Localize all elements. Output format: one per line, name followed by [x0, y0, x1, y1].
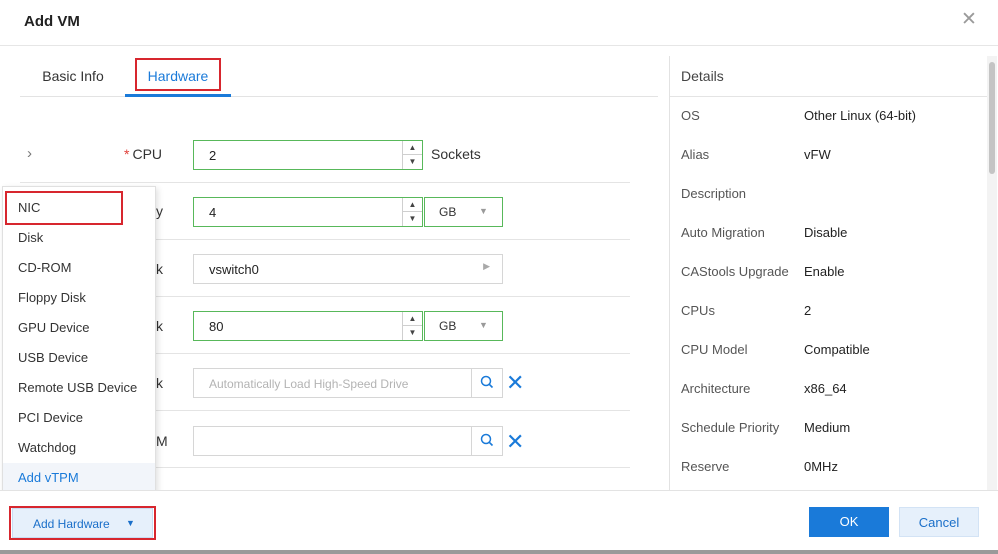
memory-unit-select[interactable]: GB ▼ — [424, 197, 503, 227]
detail-row: CPU Model Compatible — [681, 342, 981, 362]
expand-chevron-icon[interactable]: › — [27, 145, 39, 162]
cpu-label: * CPU — [124, 146, 162, 162]
memory-label: y — [156, 203, 163, 219]
detail-row: Schedule Priority Medium — [681, 420, 981, 440]
memory-decrement-icon[interactable]: ▼ — [403, 212, 422, 226]
detail-row: OS Other Linux (64-bit) — [681, 108, 981, 128]
search-icon[interactable] — [471, 369, 502, 397]
dialog-titlebar: Add VM ✕ — [0, 0, 998, 46]
detail-key: Auto Migration — [681, 225, 765, 240]
detail-value: 2 — [804, 303, 812, 318]
detail-value: 0MHz — [804, 459, 838, 474]
chevron-right-icon: ▶ — [483, 261, 490, 271]
close-icon[interactable]: ✕ — [960, 9, 978, 31]
menu-item-usb-device[interactable]: USB Device — [3, 343, 155, 373]
menu-item-nic-highlight — [5, 191, 123, 225]
detail-key: OS — [681, 108, 700, 123]
disk-size-stepper[interactable]: 80 ▲ ▼ — [193, 311, 423, 341]
cpu-label-text: CPU — [132, 146, 163, 162]
network-value: vswitch0 — [209, 262, 259, 277]
memory-stepper[interactable]: 4 ▲ ▼ — [193, 197, 423, 227]
detail-value: Compatible — [804, 342, 870, 357]
tab-hardware[interactable]: Hardware — [125, 58, 231, 97]
driver-disk-label: k — [156, 375, 163, 391]
memory-increment-icon[interactable]: ▲ — [403, 198, 422, 212]
detail-value: Medium — [804, 420, 851, 435]
menu-item-disk[interactable]: Disk — [3, 223, 155, 253]
add-hardware-menu: NIC Disk CD-ROM Floppy Disk GPU Device U… — [2, 186, 156, 496]
disk-increment-icon[interactable]: ▲ — [403, 312, 422, 326]
driver-disk-input[interactable]: Automatically Load High-Speed Drive — [193, 368, 503, 398]
disk-size-value: 80 — [209, 319, 224, 334]
cpu-value: 2 — [209, 148, 217, 163]
menu-item-add-vtpm[interactable]: Add vTPM — [3, 463, 155, 493]
disk-decrement-icon[interactable]: ▼ — [403, 326, 422, 340]
detail-key: CPUs — [681, 303, 715, 318]
tab-basic-info[interactable]: Basic Info — [34, 58, 112, 97]
detail-value: vFW — [804, 147, 831, 162]
search-icon[interactable] — [471, 427, 502, 455]
cpu-decrement-icon[interactable]: ▼ — [403, 155, 422, 169]
detail-key: Alias — [681, 147, 710, 162]
add-hardware-highlight — [9, 506, 156, 540]
detail-value: Disable — [804, 225, 848, 240]
detail-key: Schedule Priority — [681, 420, 780, 435]
network-select[interactable]: vswitch0 ▶ — [193, 254, 503, 284]
tab-hardware-highlight — [135, 58, 221, 91]
menu-item-floppy-disk[interactable]: Floppy Disk — [3, 283, 155, 313]
menu-item-pci-device[interactable]: PCI Device — [3, 403, 155, 433]
disk-unit-value: GB — [439, 319, 457, 333]
scrollbar-thumb[interactable] — [989, 62, 995, 174]
ok-button[interactable]: OK — [809, 507, 889, 537]
menu-item-gpu-device[interactable]: GPU Device — [3, 313, 155, 343]
memory-unit-value: GB — [439, 205, 457, 219]
chevron-down-icon: ▼ — [479, 206, 488, 216]
menu-item-watchdog[interactable]: Watchdog — [3, 433, 155, 463]
network-label: k — [156, 261, 163, 277]
required-mark: * — [124, 146, 130, 162]
detail-row: Auto Migration Disable — [681, 225, 981, 245]
cancel-button[interactable]: Cancel — [899, 507, 979, 537]
menu-item-remote-usb-device[interactable]: Remote USB Device — [3, 373, 155, 403]
background-strip — [0, 550, 998, 554]
tab-bar: Basic Info Hardware — [20, 58, 658, 97]
detail-row: Architecture x86_64 — [681, 381, 981, 401]
detail-row: Description — [681, 186, 981, 206]
menu-item-cdrom[interactable]: CD-ROM — [3, 253, 155, 283]
detail-row: CPUs 2 — [681, 303, 981, 323]
memory-stepper-arrows: ▲ ▼ — [402, 198, 422, 226]
cpu-stepper[interactable]: 2 ▲ ▼ — [193, 140, 423, 170]
detail-key: CPU Model — [681, 342, 748, 357]
detail-key: Reserve — [681, 459, 730, 474]
memory-value: 4 — [209, 205, 217, 220]
detail-row: CAStools Upgrade Enable — [681, 264, 981, 284]
detail-value: Other Linux (64-bit) — [804, 108, 916, 123]
detail-row: Reserve 0MHz — [681, 459, 981, 479]
details-divider — [670, 96, 988, 97]
details-heading: Details — [681, 68, 724, 84]
cdrom-label: M — [156, 433, 168, 449]
cpu-increment-icon[interactable]: ▲ — [403, 141, 422, 155]
cdrom-input[interactable] — [193, 426, 503, 456]
chevron-down-icon: ▼ — [479, 320, 488, 330]
detail-key: Architecture — [681, 381, 751, 396]
disk-unit-select[interactable]: GB ▼ — [424, 311, 503, 341]
disk-label: k — [156, 318, 163, 334]
clear-icon[interactable]: ✕ — [506, 431, 524, 453]
detail-value: Enable — [804, 264, 845, 279]
cpu-stepper-arrows: ▲ ▼ — [402, 141, 422, 169]
detail-value: x86_64 — [804, 381, 847, 396]
detail-key: CAStools Upgrade — [681, 264, 789, 279]
detail-row: Alias vFW — [681, 147, 981, 167]
detail-key: Description — [681, 186, 747, 201]
clear-icon[interactable]: ✕ — [506, 372, 524, 394]
disk-stepper-arrows: ▲ ▼ — [402, 312, 422, 340]
cpu-unit: Sockets — [431, 146, 481, 162]
details-scrollbar[interactable] — [987, 56, 997, 490]
driver-disk-placeholder: Automatically Load High-Speed Drive — [209, 377, 409, 391]
details-panel: Details OS Other Linux (64-bit) Alias vFW … — [669, 56, 988, 490]
row-divider — [20, 182, 630, 183]
dialog-footer: Add Hardware ▼ OK Cancel — [0, 490, 998, 550]
dialog-title: Add VM — [24, 13, 80, 30]
